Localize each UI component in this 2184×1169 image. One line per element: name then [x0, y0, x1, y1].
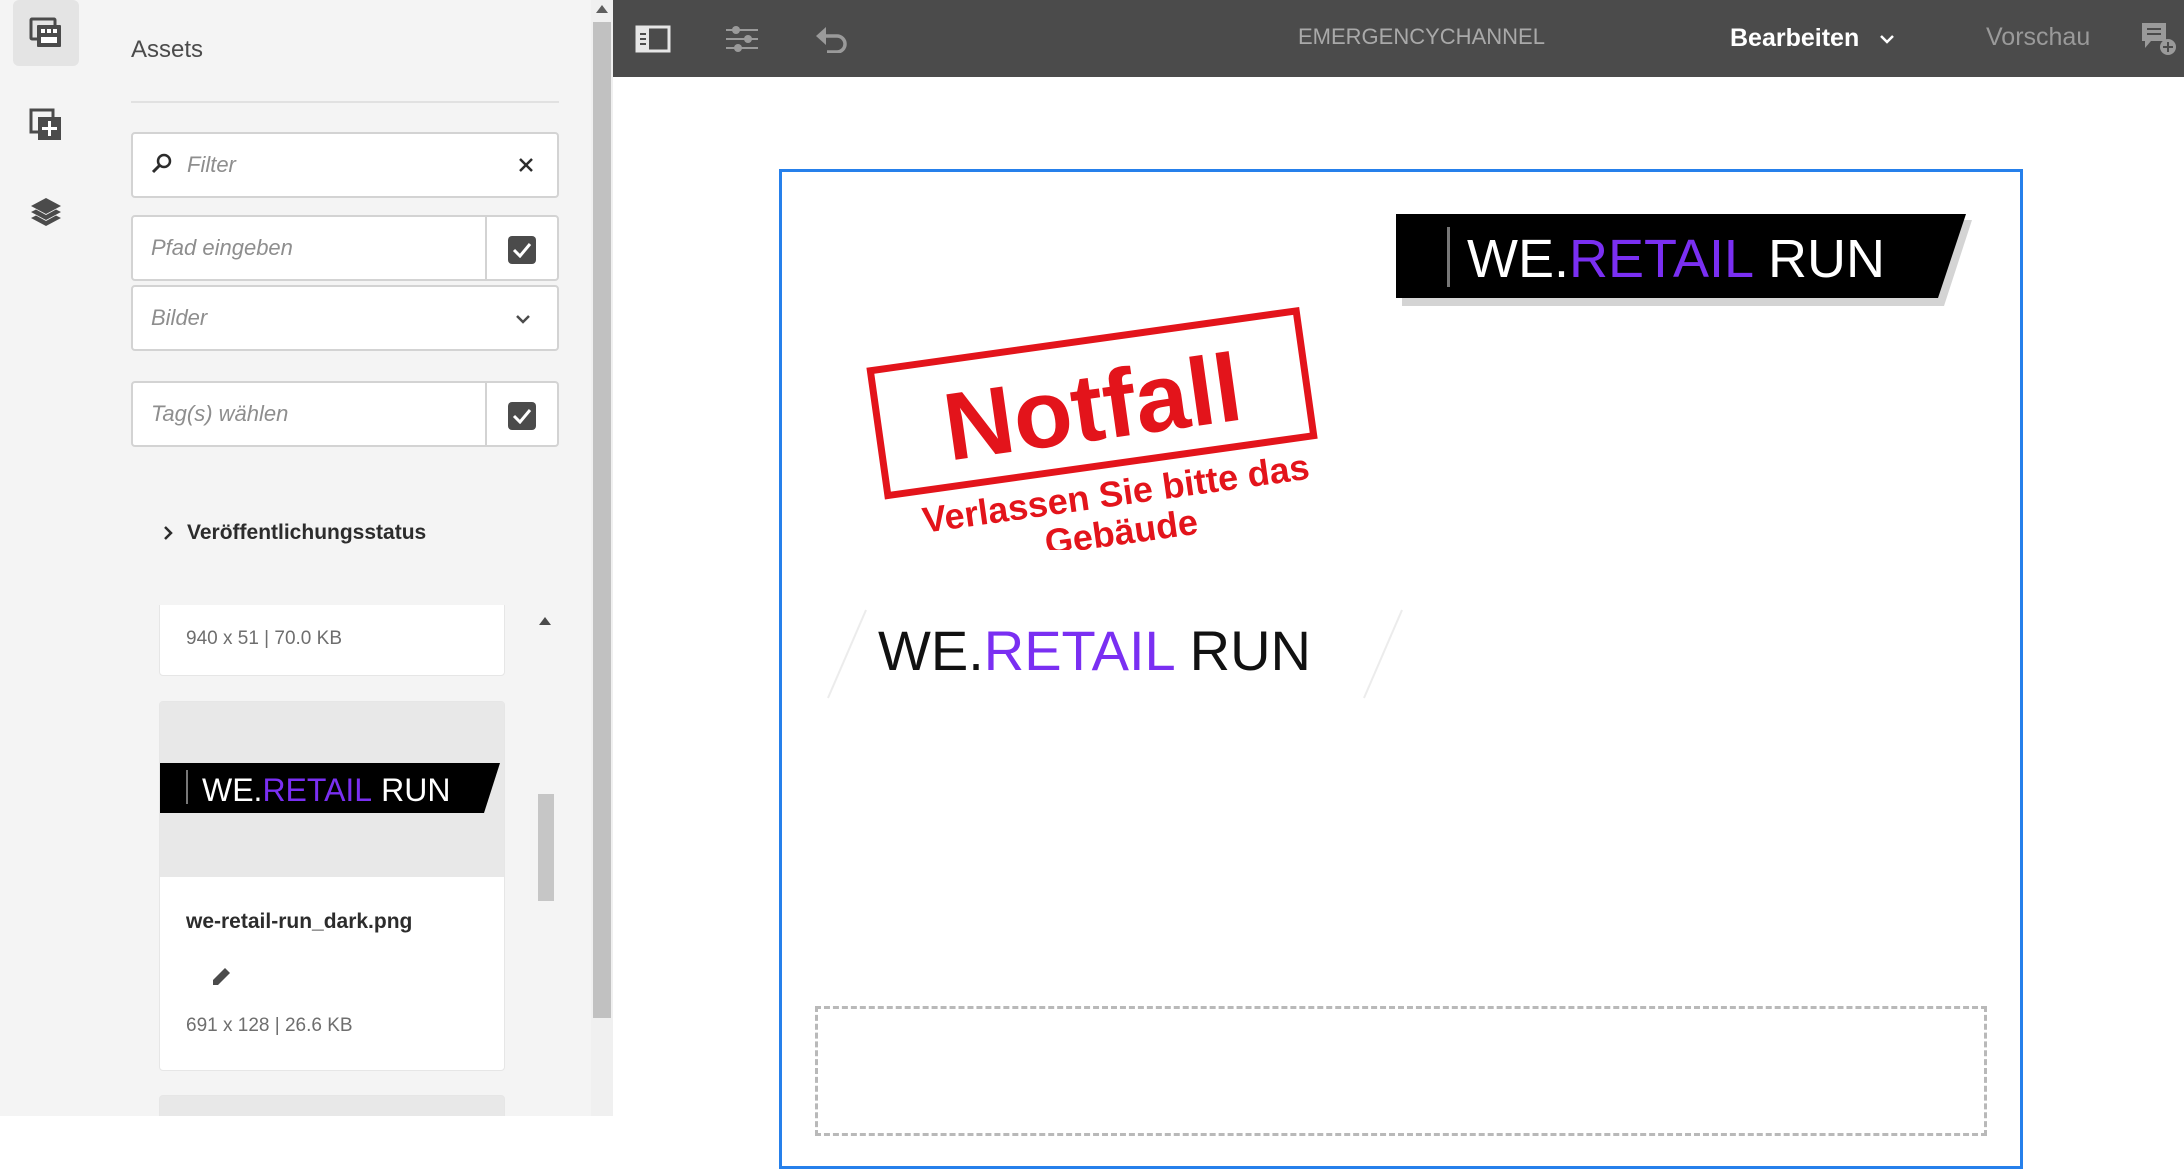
undo-icon	[816, 26, 847, 53]
we-retail-run-logo: WE.RETAIL RUN	[160, 763, 500, 813]
assets-panel: Assets Filter Pfad eingeben Bilder Tag(s…	[99, 0, 591, 1116]
scrollbar-thumb[interactable]	[593, 22, 611, 1018]
scrollbar-thumb[interactable]	[538, 794, 554, 901]
asset-filename: we-retail-run_dark.png	[186, 910, 413, 933]
asset-card[interactable]	[159, 1095, 505, 1116]
filter-placeholder: Filter	[187, 152, 236, 177]
checkmark-icon	[512, 243, 532, 258]
path-field[interactable]: Pfad eingeben	[131, 215, 559, 281]
svg-text:WE.RETAILRUN: WE.RETAIL RUN	[202, 772, 450, 808]
asset-thumbnail: WE.RETAIL RUN	[160, 702, 504, 877]
layers-icon	[31, 198, 61, 226]
panel-title: Assets	[131, 36, 204, 63]
components-tab-button[interactable]	[13, 92, 79, 158]
page-properties-button[interactable]	[725, 0, 759, 77]
asset-meta: 691 x 128 | 26.6 KB	[186, 1015, 353, 1036]
filter-input[interactable]: Filter	[131, 132, 559, 198]
search-icon	[151, 153, 172, 174]
divider	[131, 101, 559, 103]
svg-text:WE.RETAILRUN: WE.RETAIL RUN	[878, 619, 1311, 682]
toggle-side-panel-button[interactable]	[635, 0, 671, 77]
logo-retail: RETAIL	[262, 772, 372, 808]
checkmark-icon	[512, 409, 532, 424]
assets-icon	[29, 17, 61, 47]
annotations-button[interactable]	[2139, 0, 2179, 77]
mode-selector[interactable]: Bearbeiten	[1730, 0, 1895, 77]
panel-scrollbar[interactable]	[591, 0, 613, 1116]
logo-retail: RETAIL	[984, 619, 1176, 682]
layers-tab-button[interactable]	[13, 180, 79, 246]
chevron-down-icon	[1880, 34, 1895, 44]
side-panel-icon	[635, 25, 671, 52]
svg-text:WE.RETAILRUN: WE.RETAIL RUN	[1467, 229, 1885, 289]
we-retail-run-dark-logo[interactable]: WE.RETAIL RUN	[1396, 214, 1976, 306]
tags-browse-button[interactable]	[508, 402, 536, 430]
field-divider	[485, 217, 487, 279]
component-drop-zone[interactable]	[815, 1006, 1987, 1136]
sliders-icon	[726, 25, 758, 52]
mode-label: Bearbeiten	[1730, 24, 1860, 52]
editor-canvas[interactable]: WE.RETAIL RUN Notfall Verlassen Sie bitte…	[613, 77, 2184, 1169]
publication-status-label: Veröffentlichungsstatus	[187, 521, 427, 544]
assets-tab-button[interactable]	[13, 0, 79, 66]
asset-list: 940 x 51 | 70.0 KB WE.RETAIL RUN we-retai…	[159, 605, 505, 1116]
components-add-icon	[29, 108, 61, 140]
logo-we: WE.	[878, 619, 984, 682]
preview-button[interactable]: Vorschau	[1986, 0, 2090, 74]
logo-run: RUN	[1768, 229, 1885, 289]
asset-type-select[interactable]: Bilder	[131, 285, 559, 351]
page-title: EMERGENCYCHANNEL	[1298, 24, 1545, 49]
asset-card[interactable]: 940 x 51 | 70.0 KB	[159, 605, 505, 676]
path-placeholder: Pfad eingeben	[151, 235, 293, 260]
asset-card[interactable]: WE.RETAIL RUN we-retail-run_dark.png 691 …	[159, 701, 505, 1071]
chevron-down-icon	[516, 315, 530, 324]
side-rail	[0, 0, 100, 1116]
publication-status-toggle[interactable]: Veröffentlichungsstatus	[163, 515, 426, 551]
tags-field[interactable]: Tag(s) wählen	[131, 381, 559, 447]
clear-filter-icon[interactable]	[517, 156, 535, 174]
edit-icon[interactable]	[210, 966, 232, 988]
logo-we: WE.	[1467, 229, 1569, 289]
undo-button[interactable]	[815, 0, 849, 77]
logo-run: RUN	[1190, 619, 1311, 682]
asset-meta: 940 x 51 | 70.0 KB	[186, 628, 342, 649]
we-retail-run-light-logo[interactable]: WE.RETAIL RUN	[826, 604, 1406, 704]
field-divider	[485, 383, 487, 445]
emergency-stamp-image[interactable]: Notfall Verlassen Sie bitte das Gebäude	[864, 290, 1324, 550]
path-browse-button[interactable]	[508, 236, 536, 264]
scroll-up-arrow-icon[interactable]	[596, 4, 608, 14]
tags-placeholder: Tag(s) wählen	[151, 401, 289, 426]
logo-we: WE.	[202, 772, 262, 808]
editor-toolbar: EMERGENCYCHANNEL Bearbeiten Vorschau	[613, 0, 2184, 77]
chevron-right-icon	[164, 526, 173, 540]
annotation-add-icon	[2142, 22, 2176, 55]
logo-run: RUN	[381, 772, 450, 808]
logo-retail: RETAIL	[1569, 229, 1754, 289]
scroll-up-arrow-icon[interactable]	[539, 617, 551, 625]
asset-list-scrollbar[interactable]	[535, 605, 555, 1116]
asset-type-value: Bilder	[151, 305, 208, 330]
